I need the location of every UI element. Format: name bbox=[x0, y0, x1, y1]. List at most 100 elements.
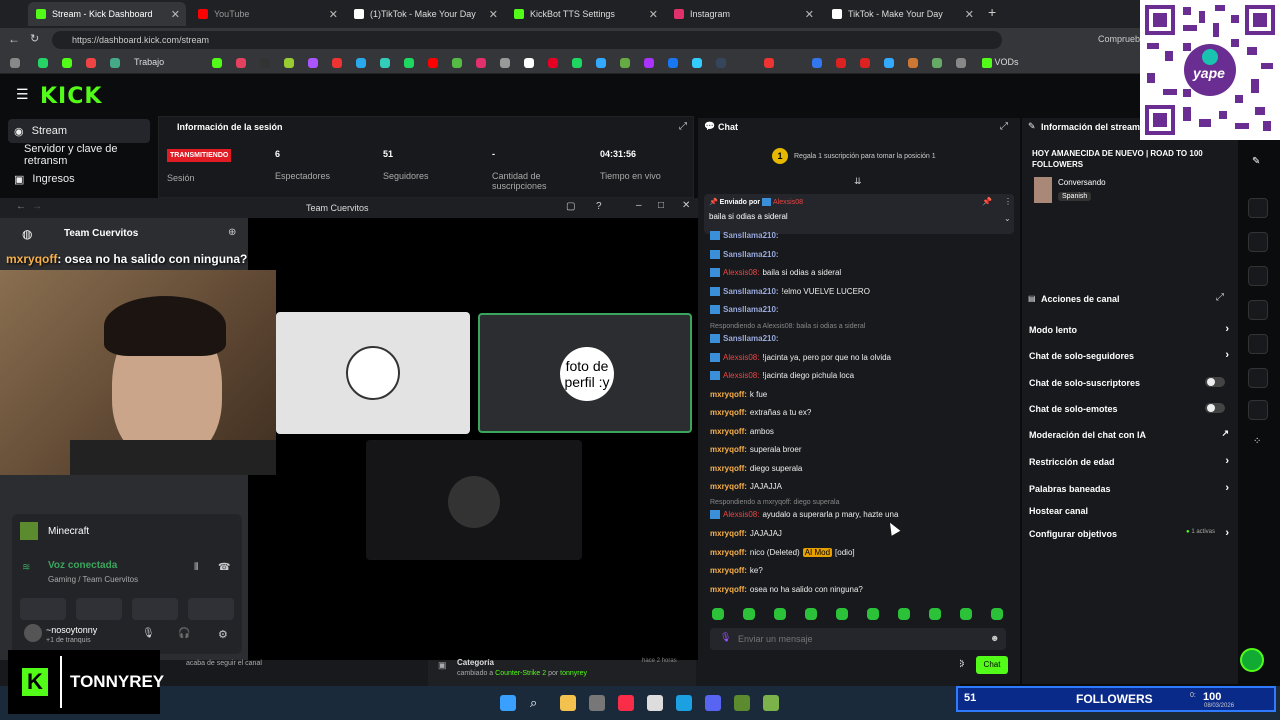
bookmark-icon[interactable] bbox=[956, 58, 966, 68]
chat-username[interactable]: mxryqoff: bbox=[710, 482, 747, 491]
avatar[interactable] bbox=[24, 624, 42, 642]
category-name[interactable]: Conversando bbox=[1058, 178, 1106, 187]
disconnect-icon[interactable]: ☎ bbox=[218, 562, 230, 573]
telegram-icon[interactable] bbox=[356, 58, 366, 68]
unpin-icon[interactable]: 📌 bbox=[982, 197, 992, 206]
category-new[interactable]: Counter-Strike 2 bbox=[495, 670, 546, 677]
bookmark-icon[interactable] bbox=[596, 58, 606, 68]
gift-subscription-prompt[interactable]: Regala 1 suscripción para tomar la posic… bbox=[794, 153, 936, 160]
tab-kick-dashboard[interactable]: Stream - Kick Dashboard ✕ bbox=[28, 2, 186, 26]
rail-button-chat-icon[interactable] bbox=[1248, 300, 1268, 320]
help-icon[interactable]: ? bbox=[596, 201, 602, 212]
action-ai-moderation[interactable]: Moderación del chat con IA ↗ bbox=[1029, 428, 1229, 440]
chat-username[interactable]: mxryqoff: bbox=[710, 427, 747, 436]
bookmark-vods[interactable]: VODs bbox=[982, 57, 1019, 68]
microphone-icon[interactable]: 🎙 bbox=[720, 632, 731, 643]
chat-username[interactable]: Alexsis08: bbox=[723, 353, 759, 362]
more-icon[interactable]: ⋮ bbox=[1004, 197, 1012, 206]
windows-start-icon[interactable] bbox=[500, 695, 516, 711]
apps-icon[interactable]: ⁘ bbox=[1253, 436, 1261, 447]
app-icon[interactable] bbox=[763, 695, 779, 711]
file-explorer-icon[interactable] bbox=[560, 695, 576, 711]
participant-tile[interactable] bbox=[366, 440, 582, 560]
chat-username[interactable]: Sansllama210: bbox=[723, 231, 779, 240]
chat-username[interactable]: mxryqoff: bbox=[710, 529, 747, 538]
pinned-user[interactable]: Alexsis08 bbox=[773, 199, 803, 206]
bookmark-icon[interactable] bbox=[236, 58, 246, 68]
url-field[interactable]: https://dashboard.kick.com/stream bbox=[52, 31, 1002, 49]
sidebar-item-server-key[interactable]: Servidor y clave de retransm bbox=[18, 143, 160, 167]
expand-icon[interactable]: ⤢ bbox=[1000, 121, 1008, 132]
bookmark-icon[interactable] bbox=[308, 58, 318, 68]
pinterest-icon[interactable] bbox=[548, 58, 558, 68]
soundboard-button[interactable] bbox=[188, 598, 234, 620]
bookmark-icon[interactable] bbox=[10, 58, 20, 68]
voice-channel[interactable]: Gaming / Team Cuervitos bbox=[48, 575, 138, 584]
chat-username[interactable]: mxryqoff: bbox=[710, 566, 747, 575]
youtube-icon[interactable] bbox=[428, 58, 438, 68]
add-user-icon[interactable]: ⊕ bbox=[228, 227, 236, 238]
close-tab-icon[interactable]: ✕ bbox=[805, 8, 814, 21]
facebook-icon[interactable] bbox=[668, 58, 678, 68]
emote-icon[interactable] bbox=[991, 608, 1003, 620]
tab-instagram[interactable]: Instagram ✕ bbox=[666, 2, 820, 26]
bookmark-icon[interactable] bbox=[860, 58, 870, 68]
tab-tiktok-2[interactable]: TikTok - Make Your Day ✕ bbox=[824, 2, 980, 26]
edge-icon[interactable] bbox=[676, 695, 692, 711]
edit-icon[interactable]: ✎ bbox=[1252, 156, 1260, 167]
rail-button-list-icon[interactable] bbox=[1248, 368, 1268, 388]
bookmark-icon[interactable] bbox=[284, 58, 294, 68]
sidebar-item-ingresos[interactable]: ▣ Ingresos bbox=[8, 167, 150, 191]
back-icon[interactable]: ← bbox=[8, 32, 20, 46]
pin-collapse-icon[interactable]: ⇊ bbox=[854, 176, 862, 187]
expand-icon[interactable]: ⤢ bbox=[1216, 292, 1224, 303]
close-tab-icon[interactable]: ✕ bbox=[329, 8, 338, 21]
rail-button-broadcast-icon[interactable] bbox=[1248, 334, 1268, 354]
discord-logo-icon[interactable]: ◍ bbox=[22, 227, 32, 241]
rail-button-wrench-icon[interactable] bbox=[1248, 400, 1268, 420]
new-tab-icon[interactable]: + bbox=[988, 4, 996, 20]
soundboard-icon[interactable]: ⦀ bbox=[194, 562, 198, 573]
instagram-icon[interactable] bbox=[476, 58, 486, 68]
maximize-icon[interactable]: □ bbox=[658, 200, 664, 211]
menu-icon[interactable]: ☰ bbox=[16, 86, 29, 103]
server-name[interactable]: Team Cuervitos bbox=[64, 228, 138, 239]
discord-icon[interactable] bbox=[705, 695, 721, 711]
chat-username[interactable]: mxryqoff: bbox=[710, 445, 747, 454]
tab-youtube[interactable]: YouTube ✕ bbox=[190, 2, 344, 26]
bookmark-icon[interactable] bbox=[908, 58, 918, 68]
forward-icon[interactable]: → bbox=[32, 201, 42, 212]
reload-icon[interactable]: ↻ bbox=[30, 32, 39, 45]
kick-icon[interactable] bbox=[62, 58, 72, 68]
minimize-icon[interactable]: – bbox=[636, 200, 642, 211]
action-host-channel[interactable]: Hostear canal bbox=[1029, 506, 1229, 516]
chat-username[interactable]: Sansllama210: bbox=[723, 334, 779, 343]
emote-icon[interactable] bbox=[712, 608, 724, 620]
chat-username[interactable]: Sansllama210: bbox=[723, 250, 779, 259]
bookmark-folder-trabajo[interactable]: Trabajo bbox=[134, 57, 164, 67]
expand-icon[interactable]: ⤢ bbox=[679, 121, 687, 132]
x-icon[interactable] bbox=[524, 58, 534, 68]
close-tab-icon[interactable]: ✕ bbox=[965, 8, 974, 21]
action-slow-mode[interactable]: Modo lento › bbox=[1029, 323, 1229, 335]
microphone-icon[interactable]: 🎙 bbox=[142, 628, 155, 639]
kick-icon[interactable] bbox=[212, 58, 222, 68]
chat-username[interactable]: Sansllama210: bbox=[723, 287, 779, 296]
chat-input[interactable] bbox=[738, 630, 978, 648]
bookmark-icon[interactable] bbox=[620, 58, 630, 68]
bookmark-icon[interactable] bbox=[452, 58, 462, 68]
emotes-only-toggle[interactable] bbox=[1205, 403, 1225, 413]
rail-button-flash-icon[interactable] bbox=[1248, 232, 1268, 252]
bookmark-icon[interactable] bbox=[380, 58, 390, 68]
bookmark-icon[interactable] bbox=[260, 58, 270, 68]
music-icon[interactable] bbox=[618, 695, 634, 711]
emote-icon[interactable] bbox=[836, 608, 848, 620]
screen-icon[interactable]: ▢ bbox=[566, 201, 575, 212]
emote-icon[interactable] bbox=[805, 608, 817, 620]
emote-icon[interactable] bbox=[774, 608, 786, 620]
bookmark-icon[interactable] bbox=[332, 58, 342, 68]
participant-tile-speaking[interactable]: foto de perfil :y bbox=[478, 313, 692, 433]
rail-button-trash-icon[interactable] bbox=[1248, 266, 1268, 286]
send-chat-button[interactable]: Chat bbox=[976, 656, 1008, 674]
chat-username[interactable]: Alexsis08: bbox=[723, 371, 759, 380]
